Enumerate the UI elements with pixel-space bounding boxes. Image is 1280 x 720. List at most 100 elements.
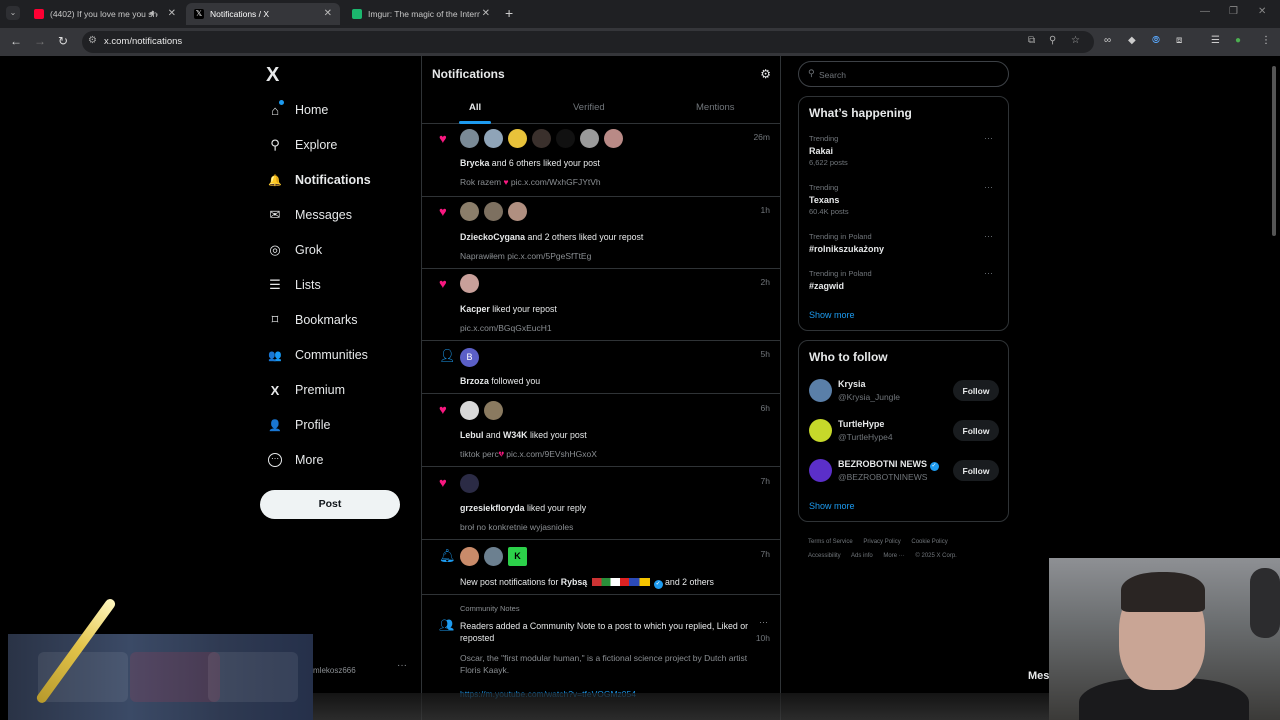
- actor-name[interactable]: Rybsą: [561, 577, 587, 587]
- browser-tab-imgur[interactable]: Imgur: The magic of the Internet ✕: [344, 3, 498, 25]
- more-options-icon[interactable]: ···: [984, 133, 993, 143]
- avatar[interactable]: [809, 459, 832, 482]
- more-options-icon[interactable]: ···: [984, 231, 993, 241]
- nav-notifications[interactable]: 🔔 Notifications: [268, 168, 371, 192]
- mute-icon[interactable]: 🔈︎: [150, 8, 156, 19]
- trend-item[interactable]: Trending in Poland #rolnikszukażony ···: [809, 231, 999, 254]
- avatar[interactable]: [484, 129, 503, 148]
- follow-button[interactable]: Follow: [953, 460, 999, 481]
- avatar[interactable]: [460, 274, 479, 293]
- new-tab-icon[interactable]: +: [505, 5, 513, 21]
- tab-mentions[interactable]: Mentions: [696, 102, 735, 113]
- post-preview[interactable]: pic.x.com/BGqGxEucH1: [460, 323, 552, 333]
- actor-name[interactable]: grzesiekfloryda: [460, 503, 525, 513]
- address-bar[interactable]: ⚙ x.com/notifications ⧉ ⚲ ☆: [82, 31, 1094, 53]
- notification-item[interactable]: ♥ 6h Lebul and W34K liked your post tikt…: [422, 394, 780, 467]
- actor-name[interactable]: W34K: [503, 430, 527, 440]
- more-options-icon[interactable]: ···: [984, 182, 993, 192]
- account-menu-icon[interactable]: ···: [397, 660, 407, 671]
- avatar[interactable]: [508, 129, 527, 148]
- browser-tab-x[interactable]: 𝕏 Notifications / X ✕: [186, 3, 340, 25]
- nav-communities[interactable]: 👥 Communities: [268, 343, 368, 367]
- search-box[interactable]: ⚲: [798, 61, 1009, 87]
- close-window-icon[interactable]: ✕: [1258, 6, 1266, 17]
- avatar[interactable]: K: [508, 547, 527, 566]
- bookmark-star-icon[interactable]: ☆: [1071, 35, 1080, 46]
- nav-premium[interactable]: X Premium: [268, 378, 345, 402]
- preview-link[interactable]: pic.x.com/9EVshHGxoX: [506, 449, 597, 459]
- tab-all[interactable]: All: [469, 102, 481, 113]
- post-button[interactable]: Post: [260, 490, 400, 519]
- nav-explore[interactable]: ⚲ Explore: [268, 133, 337, 157]
- zoom-icon[interactable]: ⚲: [1049, 35, 1056, 46]
- avatar[interactable]: [484, 202, 503, 221]
- follow-suggestion[interactable]: Krysia @Krysia_Jungle Follow: [809, 377, 999, 405]
- show-more-link[interactable]: Show more: [809, 501, 855, 511]
- follow-suggestion[interactable]: TurtleHype @TurtleHype4 Follow: [809, 417, 999, 445]
- url-text[interactable]: x.com/notifications: [104, 36, 182, 47]
- browser-tab-youtube[interactable]: (4402) If you love me you should let me …: [26, 3, 184, 25]
- avatar[interactable]: [460, 474, 479, 493]
- avatar[interactable]: [809, 419, 832, 442]
- actor-name[interactable]: Brycka: [460, 158, 489, 168]
- avatar[interactable]: [484, 547, 503, 566]
- notification-item[interactable]: ♥ 26m Brycka and 6 others liked your pos…: [422, 124, 780, 197]
- avatar[interactable]: [460, 547, 479, 566]
- actor-name[interactable]: Lebul: [460, 430, 483, 440]
- more-options-icon[interactable]: ···: [759, 617, 768, 627]
- footer-link[interactable]: Accessibility: [808, 553, 841, 559]
- messages-drawer-label[interactable]: Mes: [1028, 670, 1049, 682]
- nav-bookmarks[interactable]: ⌑ Bookmarks: [268, 308, 358, 332]
- notification-item[interactable]: ♥ 1h DzieckoCygana and 2 others liked yo…: [422, 197, 780, 269]
- preview-link[interactable]: pic.x.com/WxhGFJYtVh: [511, 177, 601, 187]
- close-tab-icon[interactable]: ✕: [324, 8, 332, 19]
- site-info-icon[interactable]: ⚙: [88, 35, 97, 46]
- nav-lists[interactable]: ☰ Lists: [268, 273, 321, 297]
- trend-item[interactable]: Trending in Poland #zagwid ···: [809, 268, 999, 291]
- close-tab-icon[interactable]: ✕: [482, 8, 490, 19]
- minimize-icon[interactable]: —: [1200, 6, 1210, 17]
- reload-icon[interactable]: ↻: [58, 34, 68, 48]
- footer-link[interactable]: Terms of Service: [808, 539, 853, 545]
- install-app-icon[interactable]: ⧉: [1028, 35, 1035, 46]
- forward-icon[interactable]: →: [34, 34, 46, 48]
- footer-link[interactable]: Privacy Policy: [863, 539, 900, 545]
- actor-name[interactable]: DzieckoCygana: [460, 232, 525, 242]
- extensions-puzzle-icon[interactable]: ⧈: [1176, 35, 1182, 46]
- avatar[interactable]: [809, 379, 832, 402]
- footer-link[interactable]: More ···: [883, 553, 904, 559]
- avatar[interactable]: B: [460, 348, 479, 367]
- footer-link[interactable]: Ads info: [851, 553, 873, 559]
- profile-avatar-icon[interactable]: ●: [1235, 35, 1241, 46]
- follow-button[interactable]: Follow: [953, 380, 999, 401]
- avatar[interactable]: [532, 129, 551, 148]
- trend-item[interactable]: Trending Texans 60.4K posts ···: [809, 182, 999, 216]
- footer-link[interactable]: Cookie Policy: [911, 539, 947, 545]
- tab-search-dropdown-icon[interactable]: ⌄: [6, 6, 20, 20]
- avatar[interactable]: [604, 129, 623, 148]
- nav-profile[interactable]: 👤 Profile: [268, 413, 330, 437]
- extension-audio-icon[interactable]: ⦾: [1152, 35, 1160, 46]
- actor-name[interactable]: Brzoza: [460, 376, 489, 386]
- close-tab-icon[interactable]: ✕: [168, 8, 176, 19]
- nav-grok[interactable]: ◎ Grok: [268, 238, 322, 262]
- extension-glasses-icon[interactable]: ∞: [1104, 35, 1111, 46]
- nav-messages[interactable]: ✉ Messages: [268, 203, 352, 227]
- media-controls-icon[interactable]: ☰: [1211, 35, 1220, 46]
- x-logo[interactable]: X: [266, 64, 279, 87]
- gear-icon[interactable]: ⚙: [760, 67, 771, 81]
- nav-more[interactable]: ⋯ More: [268, 448, 323, 472]
- notification-item[interactable]: 👤︎ B 5h Brzoza followed you: [422, 341, 780, 394]
- back-icon[interactable]: ←: [10, 34, 22, 48]
- actor-name[interactable]: Kacper: [460, 304, 490, 314]
- avatar[interactable]: [460, 202, 479, 221]
- avatar[interactable]: [556, 129, 575, 148]
- extension-diamond-icon[interactable]: ◆: [1128, 35, 1136, 46]
- maximize-icon[interactable]: ❐: [1229, 6, 1238, 17]
- avatar[interactable]: [484, 401, 503, 420]
- show-more-link[interactable]: Show more: [809, 310, 855, 320]
- avatar[interactable]: [460, 401, 479, 420]
- nav-home[interactable]: ⌂ Home: [268, 98, 328, 122]
- avatar[interactable]: [580, 129, 599, 148]
- notification-item[interactable]: ♥ 2h Kacper liked your repost pic.x.com/…: [422, 269, 780, 341]
